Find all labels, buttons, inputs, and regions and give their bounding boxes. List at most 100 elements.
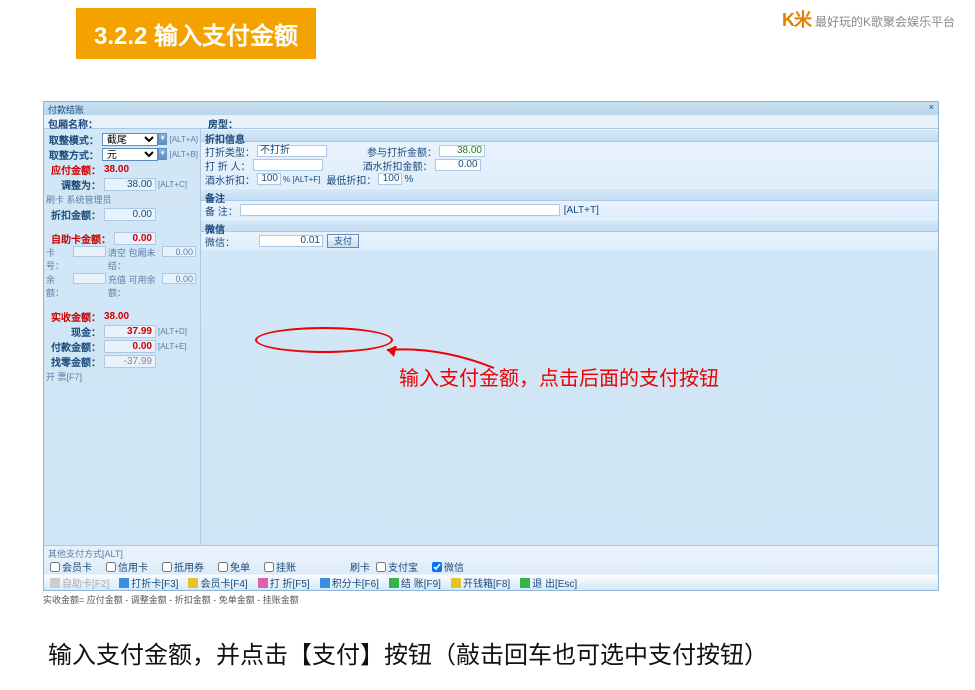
adjust-input[interactable]: 38.00 xyxy=(104,178,156,191)
cb-member[interactable]: 会员卡 xyxy=(50,559,92,574)
tb-membercard[interactable]: 会员卡[F4] xyxy=(188,575,247,590)
card-icon xyxy=(119,578,129,588)
header-row: 包厢名称： 房型： xyxy=(44,115,938,129)
wechat-pay-button[interactable]: 支付 xyxy=(327,234,359,248)
brand-slogan: 最好玩的K歌聚会娱乐平台 xyxy=(815,15,955,29)
annotation-text: 输入支付金额，点击后面的支付按钮 xyxy=(399,362,719,391)
wine-disc-input[interactable]: 100 xyxy=(257,173,281,185)
caption-text: 输入支付金额，并点击【支付】按钮（敲击回车也可选中支付按钮） xyxy=(48,635,768,670)
balance-label: 余额： xyxy=(46,273,73,299)
discount-amount-value: 0.00 xyxy=(104,208,156,221)
hotkey: [ALT+B] xyxy=(169,150,198,159)
star-icon xyxy=(320,578,330,588)
wechat-amount-input[interactable]: 0.01 xyxy=(259,235,323,247)
round-way-label: 取整方式： xyxy=(46,147,102,162)
memo-input[interactable] xyxy=(240,204,560,216)
close-icon[interactable]: × xyxy=(929,102,934,112)
formula-text: 实收金额= 应付金额 - 调整金额 - 折扣金额 - 免单金额 - 挂账金额 xyxy=(43,593,299,606)
brand-header: K米最好玩的K歌聚会娱乐平台 xyxy=(782,6,955,32)
slide-title: 3.2.2 输入支付金额 xyxy=(76,8,316,59)
payment-window: 付款结账 × 包厢名称： 房型： 取整模式： 截尾▾ [ALT+A] 取整方式：… xyxy=(43,101,939,591)
hotkey: [ALT+D] xyxy=(158,327,187,336)
wechat-panel: 微信： 0.01 支付 xyxy=(201,232,938,250)
bottom-toolbar: 自助卡[F2] 打折卡[F3] 会员卡[F4] 打 折[F5] 积分卡[F6] … xyxy=(44,574,938,590)
tb-disccard[interactable]: 打折卡[F3] xyxy=(119,575,178,590)
tb-exit[interactable]: 退 出[Esc] xyxy=(520,575,577,590)
scissors-icon xyxy=(258,578,268,588)
change-value: -37.99 xyxy=(104,355,156,368)
selfcard-label: 自助卡金额： xyxy=(46,231,114,246)
left-panel: 取整模式： 截尾▾ [ALT+A] 取整方式： 元▾ [ALT+B] 应付金额：… xyxy=(44,129,201,545)
invoice-link[interactable]: 开 票[F7] xyxy=(46,370,82,383)
wechat-panel-title: 微信 xyxy=(201,219,938,232)
hotkey: [ALT+A] xyxy=(169,135,198,144)
disc-person-input[interactable] xyxy=(253,159,323,171)
round-mode-select[interactable]: 截尾 xyxy=(102,133,158,146)
tb-cashbox[interactable]: 开钱箱[F8] xyxy=(451,575,510,590)
window-titlebar: 付款结账 × xyxy=(44,102,938,115)
disc-person-label: 打 折 人： xyxy=(205,158,251,173)
cb-wechat[interactable]: 微信 xyxy=(432,559,464,574)
tb-discount[interactable]: 打 折[F5] xyxy=(258,575,310,590)
cardno-input[interactable] xyxy=(73,246,106,257)
hotkey: [ALT+T] xyxy=(564,205,599,216)
disc-type-label: 打折类型： xyxy=(205,144,255,159)
tb-pointcard[interactable]: 积分卡[F6] xyxy=(320,575,379,590)
room-label: 包厢名称： xyxy=(48,116,98,127)
cb-coupon[interactable]: 抵用券 xyxy=(162,559,204,574)
cb-free[interactable]: 免单 xyxy=(218,559,250,574)
balance-value xyxy=(73,273,106,284)
adjust-label: 调整为： xyxy=(46,177,104,192)
min-disc-input[interactable]: 100 xyxy=(378,173,402,185)
wine-disc-label: 酒水折扣： xyxy=(205,172,255,187)
discount-panel-title: 折扣信息 xyxy=(201,129,938,142)
wine-disc-unit: % [ALT+F] xyxy=(283,175,320,184)
wine-disc-amount-value: 0.00 xyxy=(435,159,481,171)
cardno-label: 卡号： xyxy=(46,246,73,272)
payable-label: 应付金额： xyxy=(46,162,104,177)
round-mode-label: 取整模式： xyxy=(46,132,102,147)
right-panel: 折扣信息 打折类型： 不打折 参与打折金额： 38.00 打 折 人： 酒水折扣… xyxy=(201,129,938,545)
type-label: 房型： xyxy=(208,116,238,127)
cb-alipay[interactable]: 支付宝 xyxy=(376,559,418,574)
selfcard-value: 0.00 xyxy=(114,232,156,245)
discount-amount-label: 折扣金额： xyxy=(46,207,104,222)
round-way-select[interactable]: 元 xyxy=(102,148,158,161)
payable-value: 38.00 xyxy=(104,164,129,175)
pkg-pending-value: 0.00 xyxy=(162,246,196,257)
part-disc-label: 参与打折金额： xyxy=(367,144,437,159)
min-disc-unit: % xyxy=(404,174,413,185)
hotkey: [ALT+C] xyxy=(158,180,187,189)
card-icon xyxy=(50,578,60,588)
cash-input[interactable]: 37.99 xyxy=(104,325,156,338)
window-title: 付款结账 xyxy=(48,105,84,115)
tb-settle[interactable]: 结 账[F9] xyxy=(389,575,441,590)
avail-label: 充值 可用余额： xyxy=(108,273,162,299)
swipe-label: 刷卡 xyxy=(350,559,370,574)
wine-disc-amount-label: 酒水折扣金额： xyxy=(363,158,433,173)
exit-icon xyxy=(520,578,530,588)
avail-value: 0.00 xyxy=(162,273,196,284)
cash-label: 现金： xyxy=(46,324,104,339)
paid-input[interactable]: 0.00 xyxy=(104,340,156,353)
part-disc-value: 38.00 xyxy=(439,145,485,157)
cb-hang[interactable]: 挂账 xyxy=(264,559,296,574)
change-label: 找零金额： xyxy=(46,354,104,369)
min-disc-label: 最低折扣： xyxy=(326,172,376,187)
actual-value: 38.00 xyxy=(104,311,129,322)
member-icon xyxy=(188,578,198,588)
dropdown-icon[interactable]: ▾ xyxy=(158,133,168,145)
discount-panel: 打折类型： 不打折 参与打折金额： 38.00 打 折 人： 酒水折扣金额： 0… xyxy=(201,142,938,188)
check-icon xyxy=(389,578,399,588)
pkg-pending-label: 清空 包厢未结： xyxy=(108,246,162,272)
wechat-label: 微信： xyxy=(205,234,235,249)
dropdown-icon[interactable]: ▾ xyxy=(158,148,168,160)
disc-type-value: 不打折 xyxy=(257,145,327,157)
other-pay-row: 会员卡 信用卡 抵用券 免单 挂账 刷卡 支付宝 微信 xyxy=(44,558,938,574)
memo-panel: 备 注： [ALT+T] xyxy=(201,201,938,219)
tb-selfcard: 自助卡[F2] xyxy=(50,575,109,590)
cb-credit[interactable]: 信用卡 xyxy=(106,559,148,574)
memo-panel-title: 备注 xyxy=(201,188,938,201)
hotkey: [ALT+E] xyxy=(158,342,187,351)
card-user: 刷卡 系统管理员 xyxy=(46,193,112,206)
